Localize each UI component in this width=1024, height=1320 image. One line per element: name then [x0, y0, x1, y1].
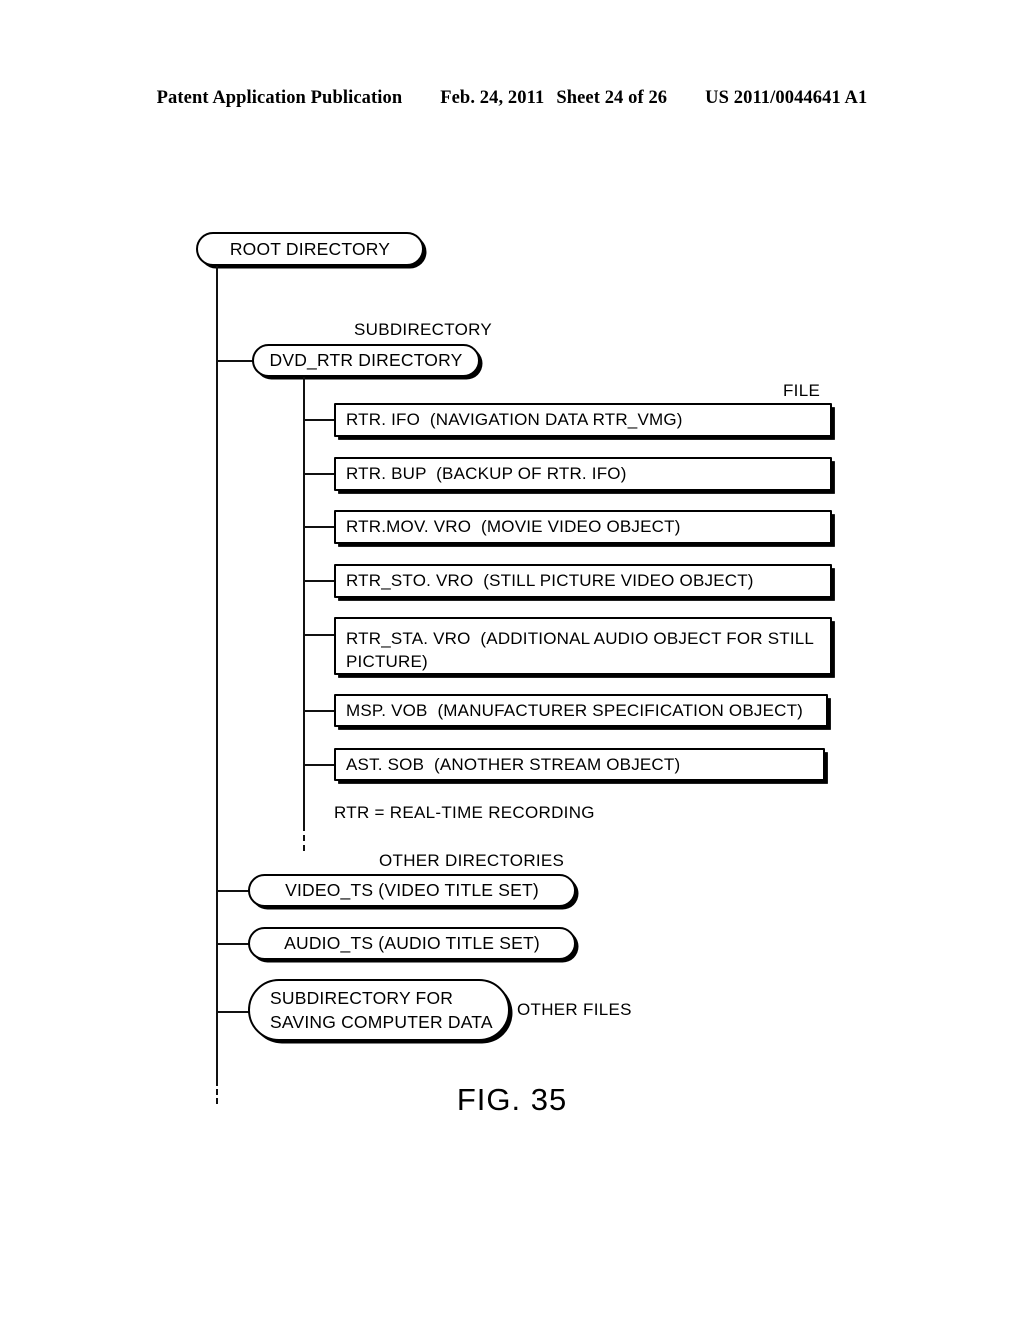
connector-file-3: [303, 526, 336, 529]
node-video-ts-label: VIDEO_TS (VIDEO TITLE SET): [285, 880, 539, 900]
node-computer-data-directory: SUBDIRECTORY FOR SAVING COMPUTER DATA: [248, 979, 510, 1041]
filebox-rtr-mov-vro-label: RTR.MOV. VRO (MOVIE VIDEO OBJECT): [346, 517, 681, 536]
label-other-directories: OTHER DIRECTORIES: [379, 851, 565, 870]
connector-file-4: [303, 580, 336, 583]
node-computer-data-directory-line2: SAVING COMPUTER DATA: [270, 1012, 493, 1032]
node-root-directory-label: ROOT DIRECTORY: [229, 238, 391, 259]
trunk-main-line: [216, 266, 219, 1080]
connector-computer-data-dir: [216, 1011, 252, 1014]
connector-audio-ts: [216, 943, 252, 946]
filebox-rtr-mov-vro: RTR.MOV. VRO (MOVIE VIDEO OBJECT): [334, 510, 832, 544]
filebox-rtr-sto-vro: RTR_STO. VRO (STILL PICTURE VIDEO OBJECT…: [334, 564, 832, 598]
connector-file-2: [303, 473, 336, 476]
node-root-directory: ROOT DIRECTORY: [196, 232, 424, 266]
node-audio-ts-label: AUDIO_TS (AUDIO TITLE SET): [284, 933, 540, 953]
figure-caption: FIG. 35: [456, 1082, 568, 1117]
filebox-rtr-sta-vro-label: RTR_STA. VRO (ADDITIONAL AUDIO OBJECT FO…: [346, 629, 815, 671]
label-file: FILE: [783, 381, 821, 400]
filebox-msp-vob-label: MSP. VOB (MANUFACTURER SPECIFICATION OBJ…: [346, 700, 804, 720]
filebox-ast-sob: AST. SOB (ANOTHER STREAM OBJECT): [334, 748, 825, 781]
label-subdirectory: SUBDIRECTORY: [354, 320, 493, 339]
node-video-ts: VIDEO_TS (VIDEO TITLE SET): [248, 874, 576, 907]
connector-root-to-dvd-rtr: [216, 360, 256, 363]
filebox-rtr-sta-vro: RTR_STA. VRO (ADDITIONAL AUDIO OBJECT FO…: [334, 617, 832, 675]
connector-file-6: [303, 710, 336, 713]
filebox-rtr-bup: RTR. BUP (BACKUP OF RTR. IFO): [334, 457, 832, 491]
connector-file-1: [303, 419, 336, 422]
trunk-files-dashed-continuation: [303, 825, 305, 851]
filebox-rtr-ifo-label: RTR. IFO (NAVIGATION DATA RTR_VMG): [346, 410, 683, 429]
filebox-rtr-sto-vro-label: RTR_STO. VRO (STILL PICTURE VIDEO OBJECT…: [346, 571, 754, 590]
label-other-files: OTHER FILES: [517, 1000, 632, 1019]
connector-file-5: [303, 634, 336, 637]
filebox-rtr-bup-label: RTR. BUP (BACKUP OF RTR. IFO): [346, 464, 627, 483]
filebox-ast-sob-label: AST. SOB (ANOTHER STREAM OBJECT): [346, 754, 681, 774]
note-rtr-definition: RTR = REAL-TIME RECORDING: [334, 803, 595, 822]
node-computer-data-directory-line1: SUBDIRECTORY FOR: [270, 987, 454, 1008]
trunk-files-line: [303, 377, 306, 825]
filebox-msp-vob: MSP. VOB (MANUFACTURER SPECIFICATION OBJ…: [334, 694, 828, 727]
directory-structure-diagram: ROOT DIRECTORY SUBDIRECTORY DVD_RTR DIRE…: [0, 0, 1024, 1320]
filebox-rtr-ifo: RTR. IFO (NAVIGATION DATA RTR_VMG): [334, 403, 832, 437]
connector-file-7: [303, 764, 336, 767]
connector-video-ts: [216, 890, 252, 893]
node-dvd-rtr-directory: DVD_RTR DIRECTORY: [252, 344, 480, 377]
node-dvd-rtr-directory-label: DVD_RTR DIRECTORY: [269, 350, 463, 370]
node-audio-ts: AUDIO_TS (AUDIO TITLE SET): [248, 927, 576, 960]
